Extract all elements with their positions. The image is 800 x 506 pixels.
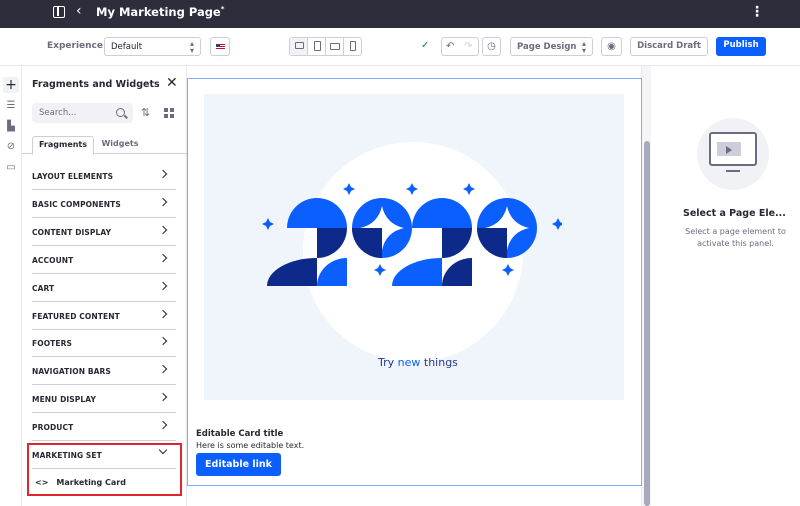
redo-icon[interactable]: ↷ (464, 38, 472, 55)
category-menu-display[interactable]: MENU DISPLAY (32, 385, 176, 413)
us-flag-icon (216, 44, 225, 50)
history-button[interactable]: ◷ (482, 37, 501, 56)
tab-widgets[interactable]: Widgets (96, 136, 144, 154)
add-fragments-icon[interactable]: + (3, 77, 19, 93)
fragment-marketing-card[interactable]: <> Marketing Card (35, 478, 126, 487)
chevron-right-icon (158, 392, 168, 402)
select-caret-icon: ▴ ▾ (189, 39, 194, 55)
tablet-device-button[interactable] (308, 38, 326, 55)
experience-label: Experience (47, 41, 103, 51)
scrollbar-thumb[interactable] (644, 141, 650, 506)
preview-button[interactable]: ◉ (601, 37, 622, 56)
portrait-phone-icon (350, 41, 356, 51)
chevron-right-icon (158, 420, 168, 430)
chevron-right-icon (158, 364, 168, 374)
page-design-select[interactable]: Page Design ▴ ▾ (510, 37, 593, 56)
chevron-right-icon (158, 253, 168, 263)
portrait-device-button[interactable] (344, 38, 361, 55)
category-footers[interactable]: FOOTERS (32, 329, 176, 357)
monitor-illustration-icon (709, 132, 757, 166)
empty-state-description: Select a page element to activate this p… (685, 227, 786, 248)
paint-roller-icon[interactable]: ▙ (3, 119, 19, 135)
discard-draft-button[interactable]: Discard Draft (630, 37, 708, 56)
card-text[interactable]: Here is some editable text. (196, 441, 304, 450)
grid-view-icon[interactable] (164, 108, 174, 118)
undo-redo-group: ↶ ↷ (441, 37, 479, 56)
select-caret-icon: ▴ ▾ (581, 39, 586, 55)
card-title[interactable]: Editable Card title (196, 429, 283, 439)
tab-fragments[interactable]: Fragments (32, 136, 94, 155)
history-icon: ◷ (487, 41, 496, 52)
tablet-icon (314, 41, 321, 51)
chevron-right-icon (158, 169, 168, 179)
panel-title: Fragments and Widgets (32, 79, 160, 90)
selected-fragment-outline (187, 78, 642, 486)
category-basic-components[interactable]: BASIC COMPONENTS (32, 190, 176, 218)
chevron-right-icon (158, 309, 168, 319)
undo-icon[interactable]: ↶ (446, 38, 454, 55)
category-content-display[interactable]: CONTENT DISPLAY (32, 218, 176, 246)
card-link-button[interactable]: Editable link (196, 453, 281, 476)
search-icon[interactable] (116, 108, 125, 117)
sort-icon[interactable]: ⇅ (141, 106, 150, 119)
canvas-scrollbar[interactable] (641, 66, 651, 506)
top-bar: ‹ My Marketing Page* ⋮ (0, 0, 800, 28)
chevron-right-icon (158, 225, 168, 235)
empty-state-title: Select a Page Ele... (683, 208, 786, 219)
panel-tabs: Fragments Widgets (22, 134, 187, 155)
category-featured-content[interactable]: FEATURED CONTENT (32, 302, 176, 330)
category-cart[interactable]: CART (32, 274, 176, 302)
saved-check-icon: ✓ (421, 40, 430, 51)
desktop-icon (295, 42, 304, 49)
desktop-device-button[interactable] (290, 38, 308, 55)
kebab-menu-icon[interactable]: ⋮ (750, 4, 764, 20)
back-arrow-icon[interactable]: ‹ (76, 3, 82, 19)
sidebar-toggle-icon[interactable] (53, 6, 65, 18)
category-account[interactable]: ACCOUNT (32, 246, 176, 274)
page-structure-icon[interactable]: ☰ (3, 98, 19, 114)
landscape-device-button[interactable] (326, 38, 344, 55)
category-product[interactable]: PRODUCT (32, 413, 176, 441)
page-title: My Marketing Page* (96, 5, 225, 19)
code-icon: <> (35, 478, 49, 487)
eye-icon: ◉ (607, 41, 616, 52)
chevron-right-icon (158, 197, 168, 207)
link-icon[interactable]: ⊘ (3, 139, 19, 155)
marketing-set-highlight (27, 443, 182, 496)
fragments-panel: Fragments and Widgets ✕ Search... ⇅ Frag… (22, 66, 187, 506)
category-navigation-bars[interactable]: NAVIGATION BARS (32, 357, 176, 385)
landscape-phone-icon (330, 43, 340, 50)
monitor-stand (726, 170, 740, 172)
category-layout-elements[interactable]: LAYOUT ELEMENTS (32, 162, 176, 190)
left-rail: + ☰ ▙ ⊘ ▭ (0, 66, 22, 506)
device-switcher (289, 37, 362, 56)
publish-button[interactable]: Publish (716, 37, 766, 56)
comments-icon[interactable]: ▭ (3, 160, 19, 176)
language-flag-button[interactable] (210, 37, 230, 56)
close-icon[interactable]: ✕ (166, 75, 178, 91)
experience-select[interactable]: Default ▴ ▾ (104, 37, 201, 56)
chevron-right-icon (158, 281, 168, 291)
chevron-right-icon (158, 336, 168, 346)
